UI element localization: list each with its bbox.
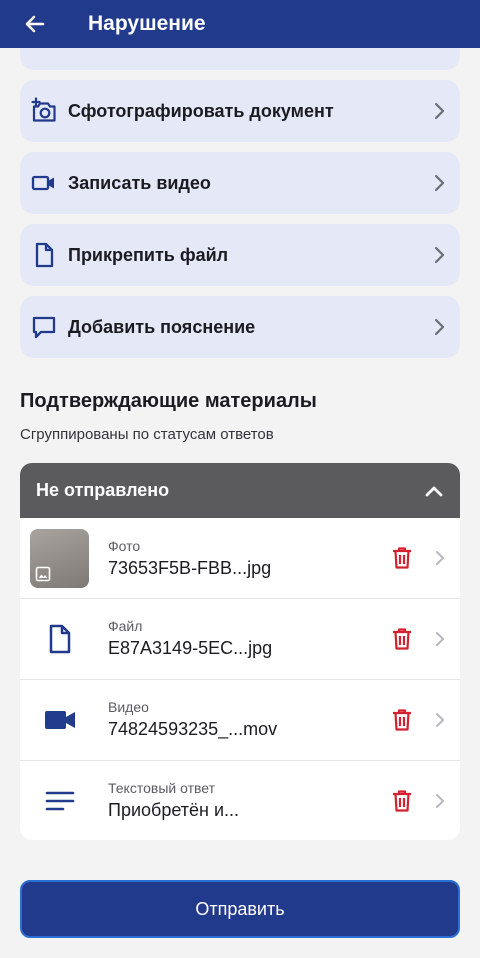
page-title: Нарушение <box>88 12 206 35</box>
group-title: Не отправлено <box>36 480 170 500</box>
section-subtitle: Сгруппированы по статусам ответов <box>20 426 274 443</box>
chevron-right-icon <box>420 550 460 566</box>
item-name: E87A3149-5EC...jpg <box>108 638 273 658</box>
delete-button[interactable] <box>384 708 420 732</box>
trash-icon <box>393 789 411 812</box>
delete-button[interactable] <box>384 546 420 570</box>
comment-icon <box>20 296 68 358</box>
item-name: 73653F5B-FBB...jpg <box>108 557 272 578</box>
chevron-right-icon <box>418 246 460 264</box>
item-type: Фото <box>108 537 141 554</box>
trash-icon <box>393 627 411 650</box>
section-title: Подтверждающие материалы <box>20 390 317 412</box>
file-icon <box>20 599 99 679</box>
chevron-up-icon <box>425 486 443 496</box>
item-type: Файл <box>108 618 143 634</box>
delete-button[interactable] <box>384 789 420 813</box>
list-item[interactable]: Текстовый ответ Приобретён и... <box>20 760 460 840</box>
trash-icon <box>393 547 411 569</box>
video-camera-icon <box>20 680 99 760</box>
image-icon <box>35 566 51 581</box>
list-item[interactable]: Фото 73653F5B-FBB...jpg <box>20 518 460 598</box>
chevron-right-icon <box>420 712 460 728</box>
item-type: Видео <box>108 699 149 715</box>
item-text: Фото 73653F5B-FBB...jpg <box>89 538 384 579</box>
item-text: Файл E87A3149-5EC...jpg <box>99 618 384 659</box>
add-comment-label: Добавить пояснение <box>68 316 256 337</box>
file-icon <box>20 224 68 286</box>
camera-add-icon <box>20 80 68 142</box>
submit-button[interactable]: Отправить <box>20 880 460 938</box>
record-video-label: Записать видео <box>68 172 211 193</box>
photo-thumbnail <box>30 528 89 588</box>
back-arrow-icon <box>25 15 45 33</box>
chevron-right-icon <box>418 102 460 120</box>
chevron-right-icon <box>418 318 460 336</box>
item-name: Приобретён и... <box>108 800 240 820</box>
trash-icon <box>393 708 411 731</box>
app-header: Нарушение <box>0 0 480 48</box>
chevron-right-icon <box>418 174 460 192</box>
take-photo-label: Сфотографировать документ <box>68 100 334 121</box>
record-video-button[interactable]: Записать видео <box>20 152 460 214</box>
item-type: Текстовый ответ <box>108 780 215 796</box>
attach-file-button[interactable]: Прикрепить файл <box>20 224 460 286</box>
item-name: 74824593235_...mov <box>108 719 278 739</box>
chevron-right-icon <box>420 793 460 809</box>
chevron-right-icon <box>420 631 460 647</box>
list-item[interactable]: Файл E87A3149-5EC...jpg <box>20 598 460 678</box>
add-comment-button[interactable]: Добавить пояснение <box>20 296 460 358</box>
group-header-not-sent[interactable]: Не отправлено <box>20 463 460 518</box>
text-lines-icon <box>20 761 99 841</box>
delete-button[interactable] <box>384 627 420 651</box>
video-camera-icon <box>20 152 68 214</box>
materials-list: Фото 73653F5B-FBB...jpg Файл E87A3149-5E… <box>20 518 460 840</box>
attach-file-label: Прикрепить файл <box>68 244 229 265</box>
take-photo-button[interactable]: Сфотографировать документ <box>20 80 460 142</box>
back-button[interactable] <box>0 0 70 48</box>
item-text: Видео 74824593235_...mov <box>99 699 384 740</box>
item-text: Текстовый ответ Приобретён и... <box>99 780 384 821</box>
list-item[interactable]: Видео 74824593235_...mov <box>20 679 460 759</box>
